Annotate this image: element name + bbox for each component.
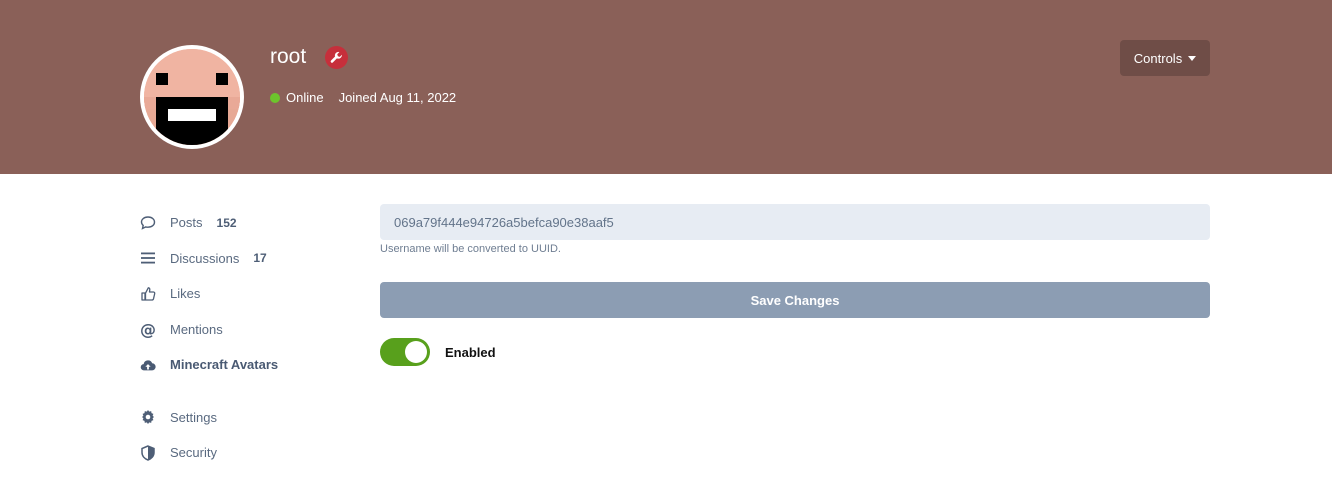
list-icon: [140, 250, 156, 266]
online-status: Online: [286, 90, 324, 105]
controls-dropdown-button[interactable]: Controls: [1120, 40, 1210, 76]
nav-divider: [140, 383, 340, 400]
avatar[interactable]: [140, 45, 244, 149]
username: root: [270, 45, 307, 68]
sidebar-item-minecraft-avatars[interactable]: Minecraft Avatars: [140, 347, 340, 383]
sidebar-item-security[interactable]: Security: [140, 435, 340, 471]
profile-header: root Online Joined Aug 11, 2022 Controls: [0, 0, 1332, 174]
sidebar-nav: Posts 152 Discussions 17 Likes @ Mention…: [140, 205, 340, 471]
uuid-helper-text: Username will be converted to UUID.: [380, 243, 561, 255]
controls-label: Controls: [1133, 50, 1183, 66]
at-icon: @: [140, 319, 156, 339]
sidebar-item-settings[interactable]: Settings: [140, 400, 340, 436]
online-indicator: [270, 92, 280, 103]
sidebar-item-label: Security: [170, 445, 217, 461]
gear-icon: [140, 409, 156, 425]
sidebar-item-label: Posts: [170, 215, 203, 231]
minecraft-face-icon: [144, 49, 240, 145]
uuid-input[interactable]: 069a79f444e94726a5befca90e38aaf5: [380, 204, 1210, 240]
toggle-knob: [405, 341, 427, 363]
sidebar-item-likes[interactable]: Likes: [140, 276, 340, 312]
discussions-count: 17: [253, 251, 267, 266]
toggle-label: Enabled: [445, 345, 496, 360]
sidebar-item-mentions[interactable]: @ Mentions: [140, 312, 340, 348]
posts-count: 152: [216, 215, 237, 230]
save-button[interactable]: Save Changes: [380, 282, 1210, 318]
caret-down-icon: [1188, 55, 1197, 61]
sidebar-item-label: Settings: [170, 409, 217, 425]
enabled-toggle[interactable]: [380, 338, 430, 366]
shield-icon: [140, 444, 156, 461]
sidebar-item-label: Likes: [170, 286, 201, 302]
thumbs-up-icon: [140, 286, 156, 302]
cloud-upload-icon: [140, 357, 156, 373]
sidebar-item-discussions[interactable]: Discussions 17: [140, 241, 340, 277]
joined-date: Joined Aug 11, 2022: [338, 90, 457, 105]
status-line: Online Joined Aug 11, 2022: [270, 90, 456, 105]
sidebar-item-label: Minecraft Avatars: [170, 357, 279, 373]
sidebar-item-label: Discussions: [170, 250, 240, 266]
wrench-icon: [325, 46, 348, 69]
comment-icon: [140, 215, 156, 231]
sidebar-item-label: Mentions: [170, 321, 223, 337]
sidebar-item-posts[interactable]: Posts 152: [140, 205, 340, 241]
